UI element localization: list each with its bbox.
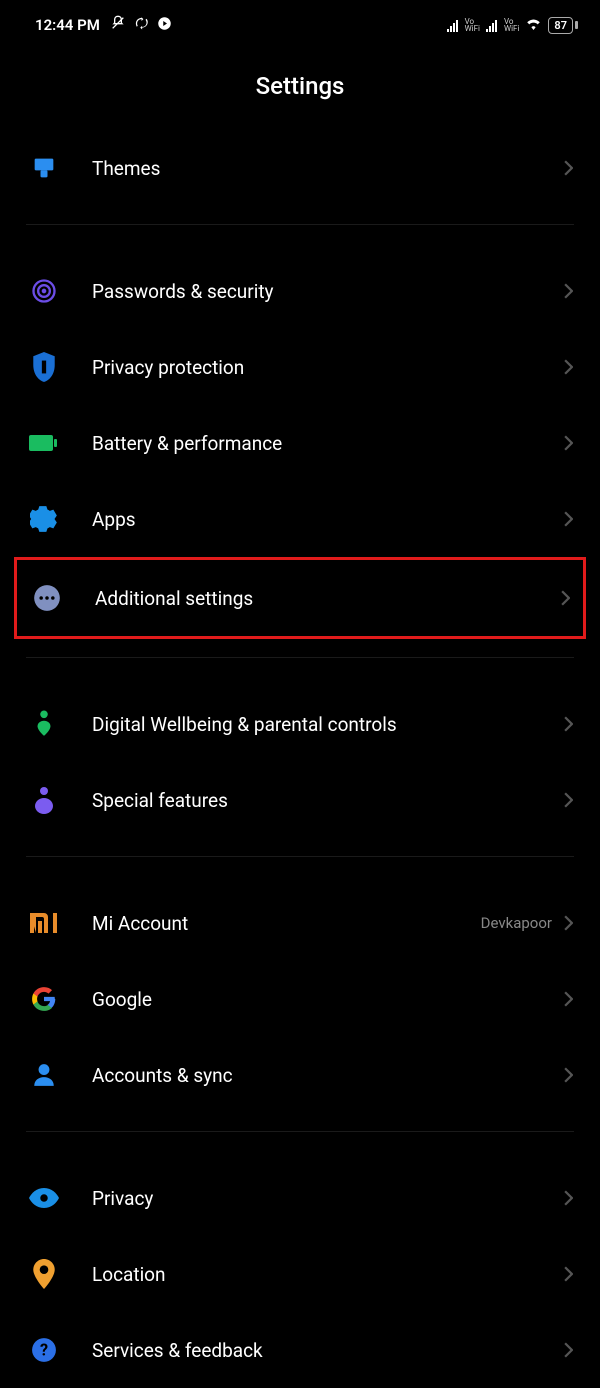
settings-item-additional[interactable]: Additional settings (29, 560, 571, 636)
chevron-right-icon (559, 588, 571, 608)
highlight-annotation: Additional settings (14, 557, 586, 639)
eye-icon (26, 1180, 62, 1216)
settings-item-themes[interactable]: Themes (26, 130, 574, 206)
settings-list: Themes Passwords & security Privacy prot… (0, 130, 600, 1388)
item-label: Themes (92, 157, 562, 180)
chevron-right-icon (562, 714, 574, 734)
fingerprint-icon (26, 273, 62, 309)
location-pin-icon (26, 1256, 62, 1292)
item-label: Google (92, 988, 562, 1011)
settings-item-google[interactable]: Google (26, 961, 574, 1037)
svg-text:?: ? (40, 1340, 48, 1359)
chevron-right-icon (562, 357, 574, 377)
themes-icon (26, 150, 62, 186)
item-label: Privacy (92, 1187, 562, 1210)
signal-2: VoWiFi (486, 18, 519, 32)
chevron-right-icon (562, 913, 574, 933)
status-left: 12:44 PM (35, 15, 172, 35)
chevron-right-icon (562, 1340, 574, 1360)
item-label: Passwords & security (92, 280, 562, 303)
flask-icon (26, 782, 62, 818)
chevron-right-icon (562, 433, 574, 453)
item-label: Battery & performance (92, 432, 562, 455)
status-icons (110, 15, 172, 35)
sync-icon (134, 16, 149, 35)
battery-percent: 87 (548, 17, 573, 34)
status-time: 12:44 PM (35, 16, 100, 34)
signal-1: VoWiFi (447, 18, 480, 32)
help-icon: ? (26, 1332, 62, 1368)
settings-item-mi-account[interactable]: Mi Account Devkapoor (26, 885, 574, 961)
chevron-right-icon (562, 281, 574, 301)
settings-item-services[interactable]: ? Services & feedback (26, 1312, 574, 1388)
person-icon (26, 1057, 62, 1093)
settings-item-accounts-sync[interactable]: Accounts & sync (26, 1037, 574, 1113)
battery-icon (26, 425, 62, 461)
settings-item-privacy-protection[interactable]: Privacy protection (26, 329, 574, 405)
settings-item-passwords[interactable]: Passwords & security (26, 253, 574, 329)
chevron-right-icon (562, 989, 574, 1009)
play-icon (157, 16, 172, 35)
settings-item-battery[interactable]: Battery & performance (26, 405, 574, 481)
chevron-right-icon (562, 509, 574, 529)
divider (26, 1131, 574, 1132)
chevron-right-icon (562, 790, 574, 810)
item-label: Additional settings (95, 587, 559, 610)
item-label: Mi Account (92, 912, 481, 935)
gear-icon (26, 501, 62, 537)
wifi-icon (525, 16, 542, 34)
shield-icon (26, 349, 62, 385)
dots-icon (29, 580, 65, 616)
settings-item-wellbeing[interactable]: Digital Wellbeing & parental controls (26, 686, 574, 762)
chevron-right-icon (562, 1065, 574, 1085)
divider (26, 856, 574, 857)
settings-item-apps[interactable]: Apps (26, 481, 574, 557)
chevron-right-icon (562, 158, 574, 178)
heart-person-icon (26, 706, 62, 742)
item-label: Special features (92, 789, 562, 812)
divider (26, 224, 574, 225)
settings-item-location[interactable]: Location (26, 1236, 574, 1312)
item-label: Digital Wellbeing & parental controls (92, 713, 562, 736)
item-value: Devkapoor (481, 914, 552, 932)
mi-logo-icon (26, 905, 62, 941)
chevron-right-icon (562, 1188, 574, 1208)
google-logo-icon (26, 981, 62, 1017)
page-title: Settings (0, 48, 600, 130)
settings-item-privacy[interactable]: Privacy (26, 1160, 574, 1236)
item-label: Apps (92, 508, 562, 531)
battery-indicator: 87 (548, 17, 578, 34)
chevron-right-icon (562, 1264, 574, 1284)
item-label: Privacy protection (92, 356, 562, 379)
item-label: Services & feedback (92, 1339, 562, 1362)
settings-item-special[interactable]: Special features (26, 762, 574, 838)
item-label: Location (92, 1263, 562, 1286)
status-bar: 12:44 PM VoWiFi VoWiFi 87 (0, 0, 600, 48)
vowifi-label-2: VoWiFi (504, 18, 519, 32)
mute-icon (110, 15, 126, 35)
vowifi-label-1: VoWiFi (465, 18, 480, 32)
item-label: Accounts & sync (92, 1064, 562, 1087)
divider (26, 657, 574, 658)
status-right: VoWiFi VoWiFi 87 (447, 16, 578, 34)
